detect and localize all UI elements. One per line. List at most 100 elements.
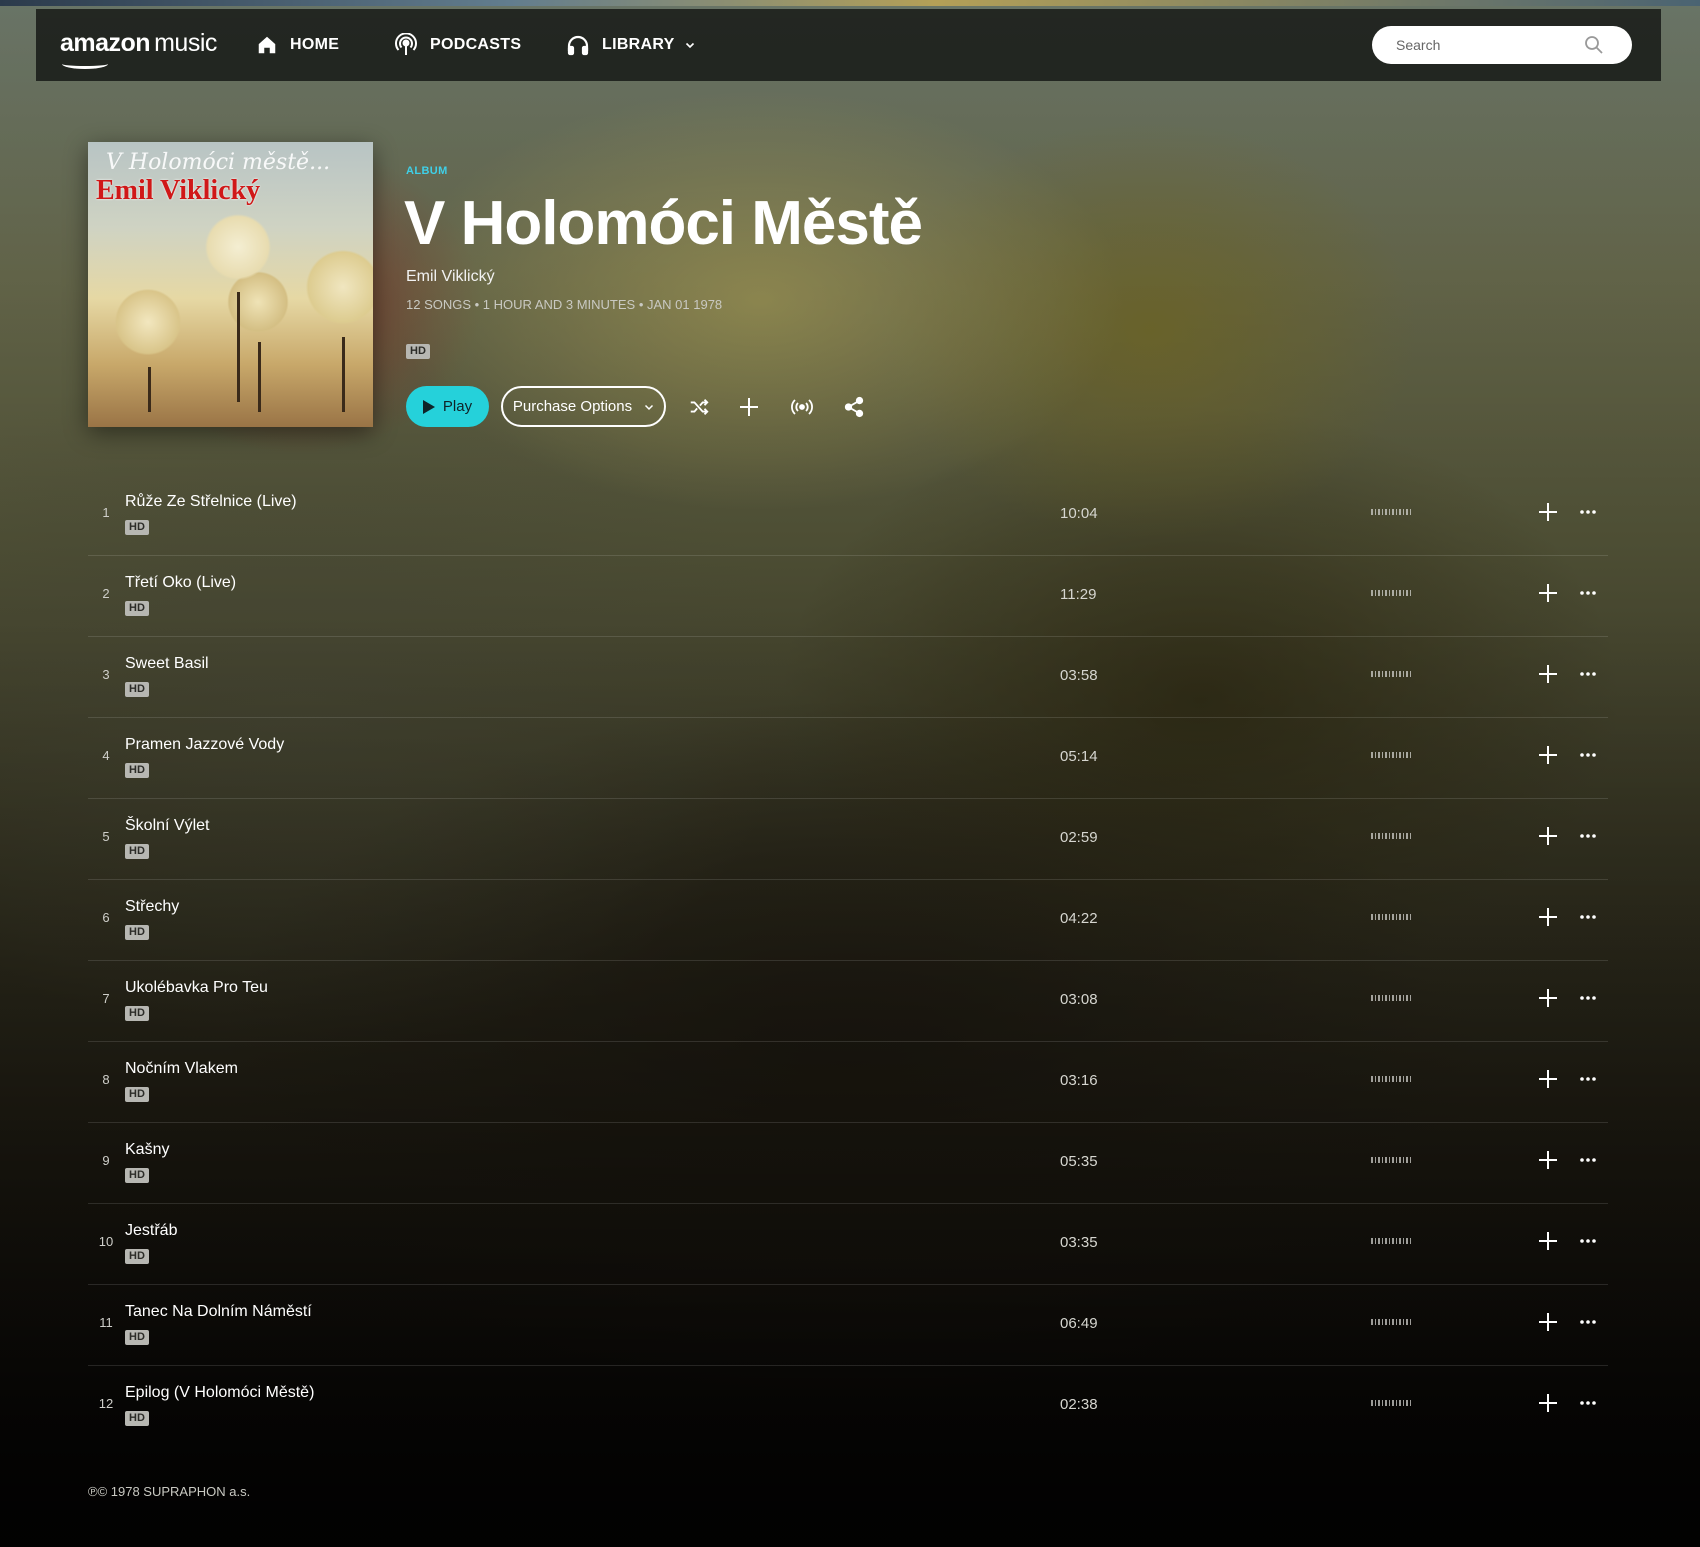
play-button[interactable]: Play bbox=[406, 386, 489, 427]
track-row[interactable]: 1 Růže Ze Střelnice (Live) HD 10:04 bbox=[88, 475, 1608, 556]
track-title[interactable]: Tanec Na Dolním Náměstí bbox=[125, 1303, 312, 1321]
more-options-button[interactable] bbox=[1575, 1228, 1601, 1254]
track-row[interactable]: 3 Sweet Basil HD 03:58 bbox=[88, 637, 1608, 718]
track-title[interactable]: Střechy bbox=[125, 898, 179, 916]
waveform-icon bbox=[1371, 1318, 1411, 1326]
track-title[interactable]: Kašny bbox=[125, 1141, 169, 1159]
track-duration: 05:14 bbox=[1060, 748, 1098, 765]
add-track-button[interactable] bbox=[1535, 1228, 1561, 1254]
waveform-icon bbox=[1371, 913, 1411, 921]
track-row[interactable]: 10 Jestřáb HD 03:35 bbox=[88, 1204, 1608, 1285]
plus-icon bbox=[1539, 908, 1557, 926]
add-track-button[interactable] bbox=[1535, 823, 1561, 849]
track-title[interactable]: Třetí Oko (Live) bbox=[125, 574, 236, 592]
play-icon bbox=[422, 399, 435, 414]
podcast-icon bbox=[395, 33, 417, 55]
more-options-button[interactable] bbox=[1575, 904, 1601, 930]
artist-link[interactable]: Emil Viklický bbox=[406, 268, 495, 286]
track-title[interactable]: Pramen Jazzové Vody bbox=[125, 736, 284, 754]
track-row[interactable]: 5 Školní Výlet HD 02:59 bbox=[88, 799, 1608, 880]
track-title[interactable]: Školní Výlet bbox=[125, 817, 209, 835]
track-title[interactable]: Epilog (V Holomóci Městě) bbox=[125, 1384, 314, 1402]
add-track-button[interactable] bbox=[1535, 985, 1561, 1011]
plus-icon bbox=[1539, 1070, 1557, 1088]
more-options-button[interactable] bbox=[1575, 985, 1601, 1011]
track-row[interactable]: 11 Tanec Na Dolním Náměstí HD 06:49 bbox=[88, 1285, 1608, 1366]
share-button[interactable] bbox=[841, 394, 867, 420]
nav-home[interactable]: HOME bbox=[256, 9, 339, 81]
headphones-icon bbox=[567, 35, 589, 56]
track-row[interactable]: 6 Střechy HD 04:22 bbox=[88, 880, 1608, 961]
search-box[interactable] bbox=[1372, 26, 1632, 64]
add-track-button[interactable] bbox=[1535, 580, 1561, 606]
plus-icon bbox=[1539, 1151, 1557, 1169]
purchase-options-button[interactable]: Purchase Options bbox=[501, 386, 666, 427]
track-row[interactable]: 7 Ukolébavka Pro Teu HD 03:08 bbox=[88, 961, 1608, 1042]
more-options-button[interactable] bbox=[1575, 823, 1601, 849]
track-number: 3 bbox=[102, 667, 110, 682]
plus-icon bbox=[1539, 1394, 1557, 1412]
track-row[interactable]: 9 Kašny HD 05:35 bbox=[88, 1123, 1608, 1204]
track-number: 12 bbox=[98, 1396, 114, 1411]
amazon-music-logo[interactable]: amazon music bbox=[60, 29, 217, 69]
add-track-button[interactable] bbox=[1535, 1066, 1561, 1092]
track-number: 11 bbox=[99, 1315, 113, 1330]
search-input[interactable] bbox=[1396, 37, 1566, 53]
hd-badge-label: HD bbox=[125, 601, 149, 616]
cover-tree-trunk bbox=[148, 367, 151, 412]
add-track-button[interactable] bbox=[1535, 1390, 1561, 1416]
share-icon bbox=[844, 396, 864, 418]
cover-tree-trunk bbox=[342, 337, 345, 412]
track-title[interactable]: Jestřáb bbox=[125, 1222, 177, 1240]
cover-artist-text: Emil Viklický bbox=[96, 175, 261, 206]
nav-podcasts[interactable]: PODCASTS bbox=[394, 9, 521, 81]
more-options-button[interactable] bbox=[1575, 1309, 1601, 1335]
nav-library[interactable]: LIBRARY bbox=[566, 9, 707, 81]
track-title[interactable]: Růže Ze Střelnice (Live) bbox=[125, 493, 297, 511]
track-row[interactable]: 12 Epilog (V Holomóci Městě) HD 02:38 bbox=[88, 1366, 1608, 1447]
track-list: 1 Růže Ze Střelnice (Live) HD 10:04 2 Tř… bbox=[88, 475, 1608, 1447]
track-row[interactable]: 4 Pramen Jazzové Vody HD 05:14 bbox=[88, 718, 1608, 799]
add-track-button[interactable] bbox=[1535, 904, 1561, 930]
track-title[interactable]: Nočním Vlakem bbox=[125, 1060, 238, 1078]
more-icon bbox=[1580, 1239, 1596, 1243]
track-title[interactable]: Sweet Basil bbox=[125, 655, 209, 673]
add-track-button[interactable] bbox=[1535, 499, 1561, 525]
waveform-icon bbox=[1371, 751, 1411, 759]
broadcast-button[interactable] bbox=[789, 394, 815, 420]
cover-tree-trunk bbox=[237, 292, 240, 402]
plus-icon bbox=[740, 398, 758, 416]
hd-badge-label: HD bbox=[125, 520, 149, 535]
add-track-button[interactable] bbox=[1535, 742, 1561, 768]
track-duration: 02:38 bbox=[1060, 1396, 1098, 1413]
track-number: 1 bbox=[102, 505, 110, 520]
more-options-button[interactable] bbox=[1575, 661, 1601, 687]
more-options-button[interactable] bbox=[1575, 580, 1601, 606]
more-options-button[interactable] bbox=[1575, 499, 1601, 525]
hd-badge-label: HD bbox=[125, 925, 149, 940]
top-accent-line bbox=[0, 0, 1700, 6]
shuffle-button[interactable] bbox=[686, 394, 712, 420]
track-number: 8 bbox=[102, 1072, 110, 1087]
waveform-icon bbox=[1371, 1399, 1411, 1407]
track-row[interactable]: 2 Třetí Oko (Live) HD 11:29 bbox=[88, 556, 1608, 637]
track-number: 9 bbox=[102, 1153, 110, 1168]
more-options-button[interactable] bbox=[1575, 1147, 1601, 1173]
plus-icon bbox=[1539, 503, 1557, 521]
search-icon[interactable] bbox=[1584, 35, 1604, 55]
shuffle-icon bbox=[690, 399, 709, 415]
add-track-button[interactable] bbox=[1535, 1309, 1561, 1335]
track-title[interactable]: Ukolébavka Pro Teu bbox=[125, 979, 268, 997]
track-row[interactable]: 8 Nočním Vlakem HD 03:16 bbox=[88, 1042, 1608, 1123]
hd-badge-label: HD bbox=[125, 1168, 149, 1183]
more-options-button[interactable] bbox=[1575, 742, 1601, 768]
more-options-button[interactable] bbox=[1575, 1390, 1601, 1416]
add-track-button[interactable] bbox=[1535, 661, 1561, 687]
waveform-icon bbox=[1371, 832, 1411, 840]
home-icon bbox=[258, 36, 276, 54]
track-hd-badge: HD bbox=[125, 517, 149, 535]
add-track-button[interactable] bbox=[1535, 1147, 1561, 1173]
album-cover: V Holomóci městě... Emil Viklický bbox=[88, 142, 373, 427]
add-album-button[interactable] bbox=[736, 394, 762, 420]
more-options-button[interactable] bbox=[1575, 1066, 1601, 1092]
